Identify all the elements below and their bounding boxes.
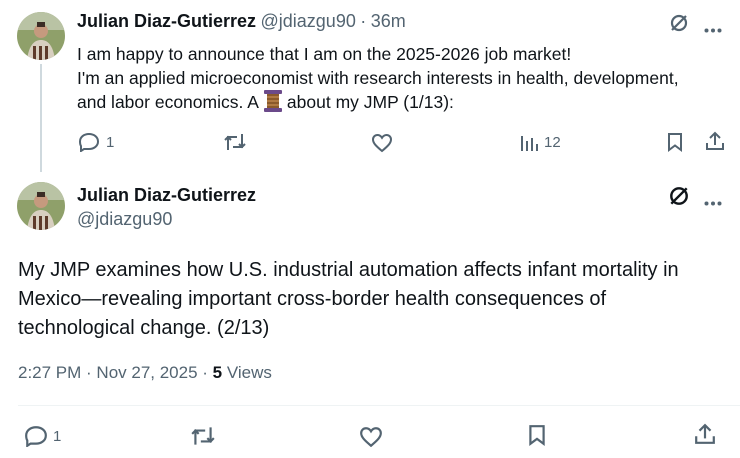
- tweet-text-line: Mexico—revealing important cross-border …: [18, 288, 607, 310]
- bookmark-icon: [528, 424, 546, 446]
- more-icon[interactable]: [704, 20, 722, 38]
- tweet-text-line: I'm an applied microeconomist with resea…: [77, 68, 679, 88]
- share-icon: [694, 423, 716, 445]
- thread-spool-icon: [263, 90, 283, 118]
- like-button[interactable]: [371, 133, 393, 153]
- more-icon[interactable]: [704, 193, 722, 211]
- bookmark-button[interactable]: [667, 132, 683, 152]
- timestamp-text[interactable]: 2:27 PM · Nov 27, 2025 ·: [18, 363, 213, 382]
- reply-button[interactable]: 1: [24, 425, 61, 447]
- grok-icon[interactable]: [668, 185, 690, 212]
- reply-count: 1: [53, 427, 62, 445]
- tweet-text-segment: about my JMP (1/13):: [286, 92, 454, 112]
- display-name[interactable]: Julian Diaz-Gutierrez: [77, 11, 256, 31]
- tweet2-text: My JMP examines how U.S. industrial auto…: [18, 256, 728, 343]
- share-button[interactable]: [694, 423, 716, 445]
- tweet-text-line: I am happy to announce that I am on the …: [77, 44, 572, 64]
- separator: ·: [360, 11, 367, 31]
- divider: [18, 405, 740, 406]
- retweet-button[interactable]: [223, 132, 247, 152]
- views-count: 5: [212, 363, 223, 382]
- share-button[interactable]: [705, 131, 725, 151]
- views-label: Views: [222, 363, 272, 382]
- tweet-text-segment: and labor economics. A: [77, 92, 259, 112]
- share-icon: [705, 131, 725, 151]
- tweet2-header: Julian Diaz-Gutierrez @jdiazgu90: [77, 185, 256, 230]
- retweet-icon: [223, 132, 247, 152]
- handle[interactable]: @jdiazgu90: [77, 209, 256, 230]
- reply-icon: [78, 132, 100, 152]
- like-button[interactable]: [359, 426, 383, 448]
- like-icon: [371, 133, 393, 153]
- grok-icon[interactable]: [669, 13, 689, 38]
- tweet-text-line: technological change. (2/13): [18, 317, 270, 339]
- thread-connector-line: [40, 64, 42, 172]
- tweet-time[interactable]: 36m: [371, 11, 406, 31]
- reply-count: 1: [106, 133, 115, 151]
- avatar[interactable]: [17, 182, 65, 230]
- analytics-button[interactable]: 12: [520, 133, 561, 151]
- tweet-text-line: My JMP examines how U.S. industrial auto…: [18, 259, 679, 281]
- retweet-button[interactable]: [190, 425, 216, 447]
- avatar[interactable]: [17, 12, 65, 60]
- tweet-timestamp: 2:27 PM · Nov 27, 2025 · 5 Views: [18, 363, 272, 383]
- retweet-icon: [190, 425, 216, 447]
- reply-icon: [24, 425, 48, 447]
- analytics-icon: [520, 133, 538, 151]
- bookmark-icon: [667, 132, 683, 152]
- display-name[interactable]: Julian Diaz-Gutierrez: [77, 185, 256, 206]
- handle[interactable]: @jdiazgu90: [261, 11, 356, 31]
- tweet1-header: Julian Diaz-Gutierrez @jdiazgu90 · 36m: [77, 11, 406, 32]
- like-icon: [359, 426, 383, 448]
- reply-button[interactable]: 1: [78, 132, 114, 152]
- tweet1-text: I am happy to announce that I am on the …: [77, 42, 727, 118]
- bookmark-button[interactable]: [528, 424, 546, 446]
- views-count: 12: [544, 133, 561, 151]
- tweet-text-line: and labor economics. A about my JMP (1/13…: [77, 90, 727, 118]
